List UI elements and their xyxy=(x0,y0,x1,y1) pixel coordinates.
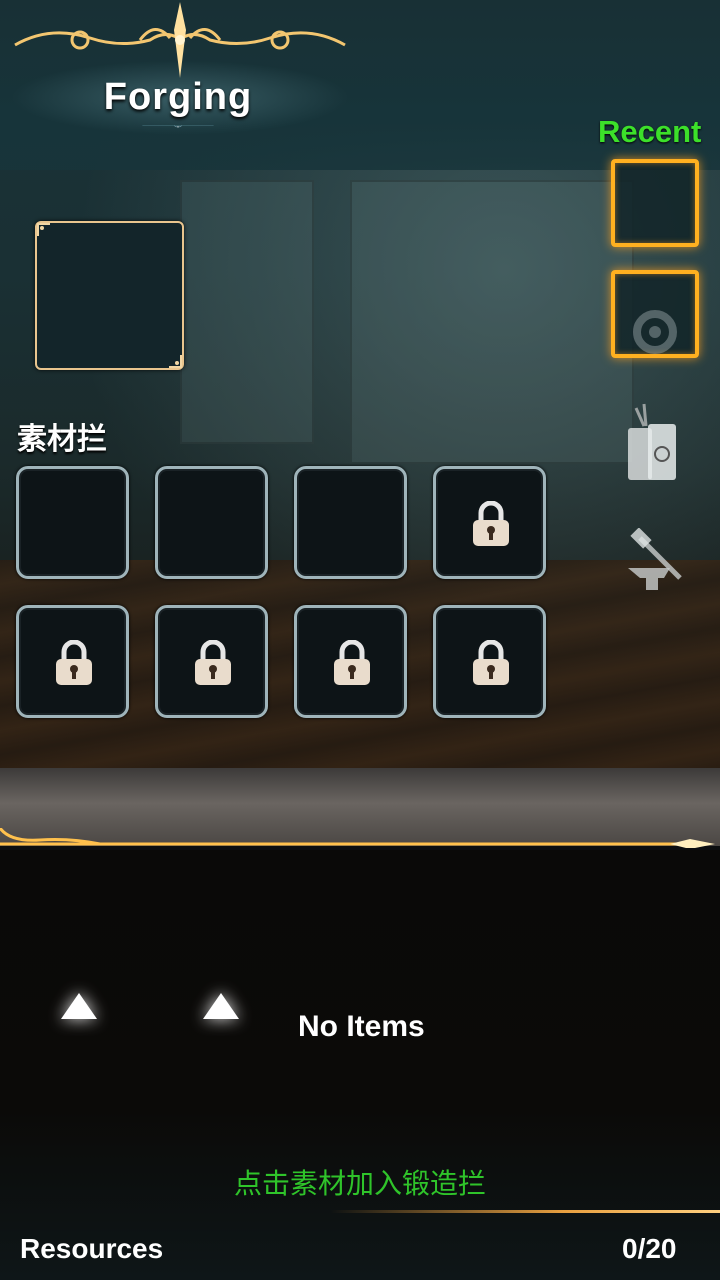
resources-count: 0/20 xyxy=(622,1233,677,1264)
material-slot-2[interactable] xyxy=(155,466,268,579)
materials-label: 素材拦 xyxy=(17,423,107,456)
lock-icon xyxy=(56,640,92,685)
window-frame xyxy=(350,180,634,464)
gold-ornament-icon xyxy=(14,2,346,78)
window-frame xyxy=(180,180,314,444)
footer-divider xyxy=(330,1210,720,1213)
resources-label: Resources xyxy=(20,1233,164,1264)
material-slot-6-locked[interactable] xyxy=(155,605,268,718)
hint-text: 点击素材加入锻造拦 xyxy=(233,1168,486,1199)
material-slot-4-locked[interactable] xyxy=(433,466,546,579)
lock-icon xyxy=(473,501,509,546)
anvil-hammer-icon xyxy=(628,528,682,590)
recent-label: Recent xyxy=(598,114,702,149)
title-underline-icon xyxy=(142,125,214,128)
recent-slot-1[interactable] xyxy=(611,159,699,247)
material-slot-1[interactable] xyxy=(16,466,129,579)
filter-arrow-icon[interactable] xyxy=(203,993,239,1019)
material-slot-7-locked[interactable] xyxy=(294,605,407,718)
lock-icon xyxy=(334,640,370,685)
empty-inventory-text: No Items xyxy=(298,1010,425,1043)
books-icon xyxy=(628,403,676,480)
lock-icon xyxy=(473,640,509,685)
material-slot-3[interactable] xyxy=(294,466,407,579)
corner-ornament-icon xyxy=(169,355,182,368)
gold-divider-icon xyxy=(0,828,715,848)
page-title: Forging xyxy=(103,76,253,118)
sort-arrow-icon[interactable] xyxy=(61,993,97,1019)
inventory-panel xyxy=(0,850,720,1280)
material-slot-5-locked[interactable] xyxy=(16,605,129,718)
material-slot-8-locked[interactable] xyxy=(433,605,546,718)
recent-slot-2[interactable] xyxy=(611,270,699,358)
forge-slot[interactable] xyxy=(35,221,184,370)
lock-icon xyxy=(195,640,231,685)
gear-icon xyxy=(633,310,677,354)
corner-ornament-icon xyxy=(37,223,50,236)
